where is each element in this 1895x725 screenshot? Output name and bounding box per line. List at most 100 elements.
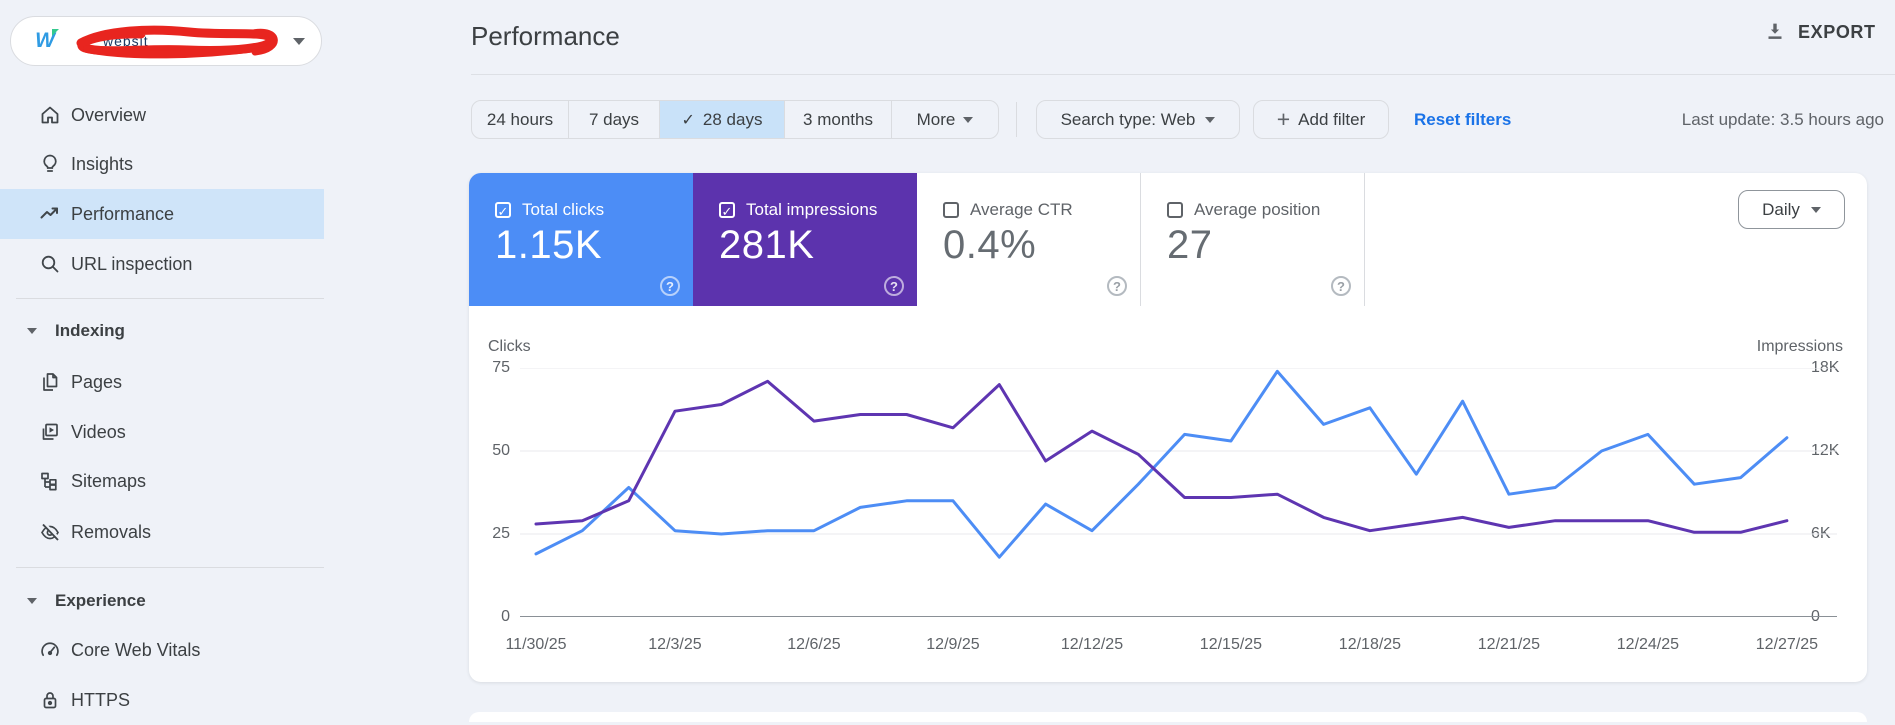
page-title: Performance <box>471 21 620 51</box>
add-filter-button[interactable]: Add filter <box>1253 100 1389 139</box>
site-logo: W <box>27 23 63 59</box>
metric-card-average-position[interactable]: Average position 27 <box>1141 173 1365 306</box>
divider <box>16 298 324 299</box>
sitemap-icon <box>38 469 62 493</box>
sidebar-item-label: Core Web Vitals <box>71 639 201 660</box>
performance-panel: Total clicks 1.15K Total impressions 281… <box>469 173 1867 682</box>
axis-tick-label: 11/30/25 <box>505 636 567 653</box>
axis-tick-label: 12/21/25 <box>1477 636 1541 653</box>
chevron-down-icon <box>27 328 37 334</box>
site-property-selector[interactable]: W websit <box>10 16 322 66</box>
granularity-dropdown[interactable]: Daily <box>1738 190 1845 229</box>
sidebar-item-videos[interactable]: Videos <box>0 407 324 457</box>
export-label: EXPORT <box>1798 21 1876 42</box>
axis-tick-label: 75 <box>492 359 510 376</box>
series-clicks <box>534 369 1789 559</box>
help-icon[interactable] <box>1331 276 1351 296</box>
chevron-down-icon <box>1205 116 1216 123</box>
axis-tick-label: 12/12/25 <box>1060 636 1124 653</box>
last-update-text: Last update: 3.5 hours ago <box>1681 110 1884 129</box>
search-type-label: Search type: Web <box>1060 109 1196 129</box>
sidebar-item-label: Pages <box>71 371 123 392</box>
sidebar-item-label: HTTPS <box>71 689 131 710</box>
sidebar-item-core-web-vitals[interactable]: Core Web Vitals <box>0 625 324 675</box>
sidebar-item-label: Sitemaps <box>71 470 147 491</box>
series-impressions <box>534 379 1789 534</box>
divider <box>1016 102 1017 137</box>
range-7-days[interactable]: 7 days <box>569 101 660 138</box>
sidebar-item-sitemaps[interactable]: Sitemaps <box>0 456 324 506</box>
metric-label: Total clicks <box>522 200 605 219</box>
metric-label: Average position <box>1194 200 1321 219</box>
export-button[interactable]: EXPORT <box>1763 20 1876 44</box>
axis-tick-label: 12/3/25 <box>648 636 702 653</box>
video-icon <box>38 420 62 444</box>
range-more-dropdown[interactable]: More <box>892 101 998 138</box>
help-icon[interactable] <box>660 276 680 296</box>
metric-card-average-ctr[interactable]: Average CTR 0.4% <box>917 173 1141 306</box>
gauge-icon <box>38 638 62 662</box>
checkbox-unchecked-icon[interactable] <box>1167 202 1183 218</box>
section-header-label: Experience <box>55 591 146 610</box>
sidebar-item-insights[interactable]: Insights <box>0 139 324 189</box>
axis-tick-label: 12/24/25 <box>1616 636 1680 653</box>
sidebar-item-label: Overview <box>71 104 147 125</box>
granularity-label: Daily <box>1762 199 1800 219</box>
axis-tick-label: 25 <box>492 525 510 542</box>
search-icon <box>38 252 62 276</box>
pages-icon <box>38 370 62 394</box>
axis-tick-label: 0 <box>501 608 510 625</box>
redaction-scribble <box>76 25 278 59</box>
chevron-down-icon <box>1810 206 1821 213</box>
divider <box>16 567 324 568</box>
sidebar-item-performance[interactable]: Performance <box>0 189 324 239</box>
sidebar-item-label: Removals <box>71 521 152 542</box>
sidebar-item-label: Insights <box>71 153 134 174</box>
reset-filters-link[interactable]: Reset filters <box>1414 110 1511 130</box>
next-panel-edge <box>469 712 1867 722</box>
sidebar-item-pages[interactable]: Pages <box>0 357 324 407</box>
axis-tick-label: 12/18/25 <box>1338 636 1402 653</box>
download-icon <box>1768 23 1782 39</box>
divider <box>471 74 1895 75</box>
sidebar-item-url-inspection[interactable]: URL inspection <box>0 239 324 289</box>
axis-tick-label: 50 <box>492 442 510 459</box>
sidebar-item-https[interactable]: HTTPS <box>0 675 324 725</box>
chevron-down-icon <box>963 116 974 123</box>
checkbox-checked-icon[interactable] <box>495 202 511 218</box>
help-icon[interactable] <box>1107 276 1127 296</box>
performance-line-chart[interactable] <box>520 368 1837 617</box>
sidebar-item-overview[interactable]: Overview <box>0 90 324 140</box>
sidebar-item-label: URL inspection <box>71 253 193 274</box>
checkbox-checked-icon[interactable] <box>719 202 735 218</box>
sidebar-item-removals[interactable]: Removals <box>0 507 324 557</box>
sidebar-section-indexing[interactable]: Indexing <box>0 306 324 356</box>
section-header-label: Indexing <box>55 321 125 340</box>
metric-card-total-clicks[interactable]: Total clicks 1.15K <box>469 173 693 306</box>
lightbulb-icon <box>38 152 62 176</box>
axis-tick-label: 12/27/25 <box>1755 636 1819 653</box>
range-24-hours[interactable]: 24 hours <box>472 101 569 138</box>
search-type-filter[interactable]: Search type: Web <box>1036 100 1240 139</box>
eye-off-icon <box>38 520 62 544</box>
checkbox-unchecked-icon[interactable] <box>943 202 959 218</box>
home-icon <box>38 103 62 127</box>
range-28-days[interactable]: 28 days <box>660 101 785 138</box>
sidebar: W websit Overview Insights Performance U… <box>0 0 324 717</box>
metric-label: Total impressions <box>746 200 878 219</box>
site-name: websit <box>69 19 287 63</box>
help-icon[interactable] <box>884 276 904 296</box>
range-3-months[interactable]: 3 months <box>785 101 892 138</box>
chevron-down-icon <box>293 37 305 45</box>
metric-label: Average CTR <box>970 200 1073 219</box>
lock-icon <box>38 688 62 712</box>
metric-card-total-impressions[interactable]: Total impressions 281K <box>693 173 917 306</box>
plus-icon <box>1277 108 1290 132</box>
add-filter-label: Add filter <box>1298 109 1366 129</box>
sidebar-item-label: Videos <box>71 421 126 442</box>
date-range-selector: 24 hours 7 days 28 days 3 months More <box>471 100 999 139</box>
sidebar-section-experience[interactable]: Experience <box>0 576 324 626</box>
left-axis-title: Clicks <box>488 338 531 355</box>
metric-value: 0.4% <box>943 223 1037 267</box>
chevron-down-icon <box>27 598 37 604</box>
